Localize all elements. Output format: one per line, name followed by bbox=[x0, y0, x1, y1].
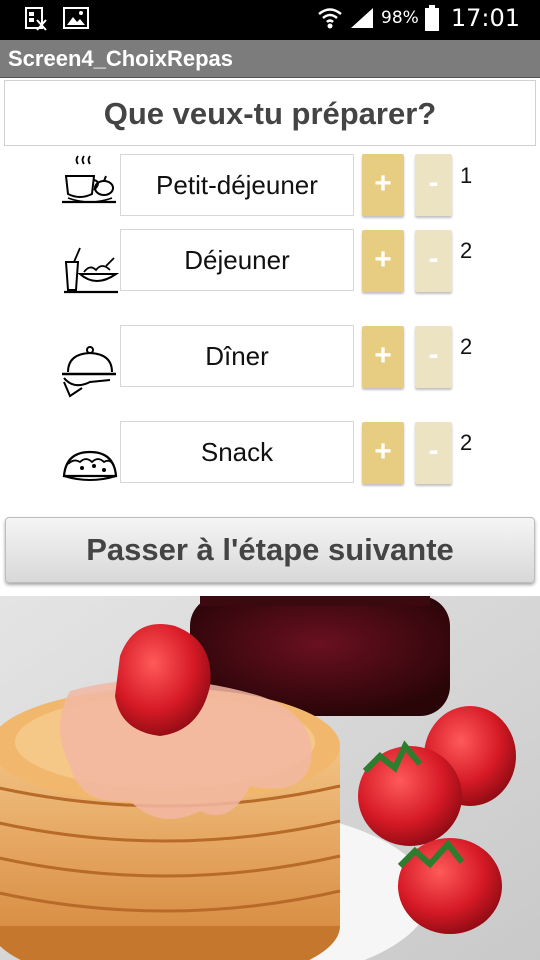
clock: 17:01 bbox=[450, 4, 520, 32]
question-header: Que veux-tu préparer? bbox=[4, 80, 536, 146]
decrement-button-petit-dejeuner[interactable]: - bbox=[415, 154, 452, 216]
battery-icon bbox=[424, 5, 439, 31]
app-title: Screen4_ChoixRepas bbox=[8, 46, 233, 71]
increment-button-snack[interactable]: + bbox=[362, 422, 404, 484]
wifi-icon bbox=[318, 8, 342, 29]
screenshot-icon bbox=[25, 7, 47, 31]
signal-icon bbox=[351, 8, 374, 28]
question-text: Que veux-tu préparer? bbox=[103, 96, 437, 131]
next-step-button[interactable]: Passer à l'étape suivante bbox=[5, 517, 535, 583]
status-bar: 98% 17:01 bbox=[0, 0, 540, 40]
breakfast-icon bbox=[62, 155, 116, 204]
taco-icon bbox=[62, 450, 118, 481]
count-snack: 2 bbox=[460, 430, 473, 455]
decrement-button-diner[interactable]: - bbox=[415, 326, 452, 388]
meal-field-dejeuner[interactable]: Déjeuner bbox=[120, 229, 354, 291]
count-dejeuner: 2 bbox=[460, 238, 473, 263]
meal-field-petit-dejeuner[interactable]: Petit-déjeuner bbox=[120, 154, 354, 216]
increment-button-petit-dejeuner[interactable]: + bbox=[362, 154, 404, 216]
decrement-button-snack[interactable]: - bbox=[415, 422, 452, 484]
app-title-bar: Screen4_ChoixRepas bbox=[0, 40, 540, 78]
pancakes-image bbox=[0, 596, 540, 960]
count-diner: 2 bbox=[460, 334, 473, 359]
count-petit-dejeuner: 1 bbox=[460, 163, 473, 188]
meal-field-snack[interactable]: Snack bbox=[120, 421, 354, 483]
increment-button-dejeuner[interactable]: + bbox=[362, 230, 404, 292]
battery-percent: 98% bbox=[381, 8, 419, 28]
lunch-icon bbox=[64, 247, 120, 294]
increment-button-diner[interactable]: + bbox=[362, 326, 404, 388]
gallery-icon bbox=[63, 7, 89, 29]
dinner-cloche-icon bbox=[62, 346, 116, 398]
decrement-button-dejeuner[interactable]: - bbox=[415, 230, 452, 292]
meal-field-diner[interactable]: Dîner bbox=[120, 325, 354, 387]
